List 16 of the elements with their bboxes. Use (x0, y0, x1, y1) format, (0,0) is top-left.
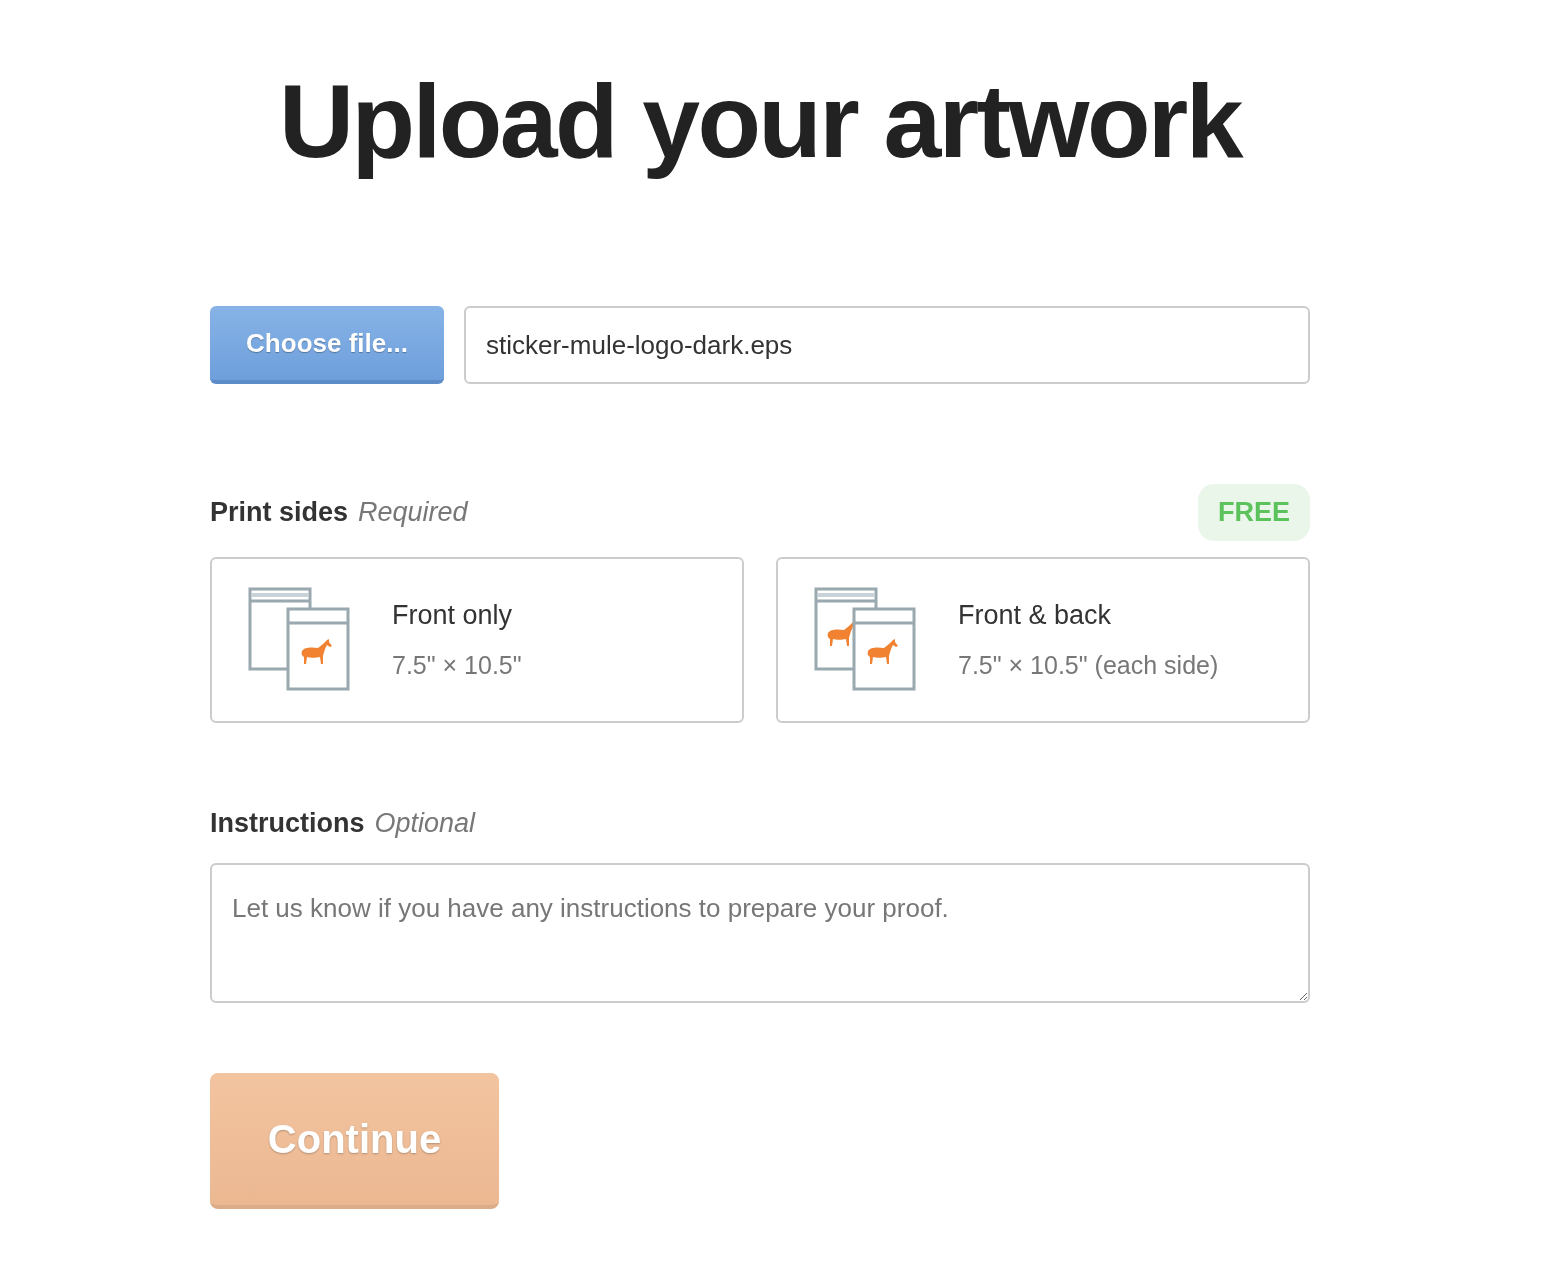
instructions-field[interactable]: Let us know if you have any instructions to prepare your proof. (210, 863, 1310, 1004)
file-name-field[interactable]: sticker-mule-logo-dark.eps (464, 306, 1310, 385)
field-label: Print sides (210, 496, 349, 530)
free-badge: FREE (1198, 484, 1310, 541)
print-side-option[interactable]: Front & back 7.5" × 10.5" (each side) (776, 556, 1310, 723)
option-size: 7.5" × 10.5" (each side) (958, 650, 1219, 682)
print-side-option[interactable]: Front only 7.5" × 10.5" (210, 556, 744, 723)
optional-note: Optional (374, 806, 476, 840)
page-title: Upload your artwork (278, 64, 1244, 179)
pages-icon (814, 586, 918, 693)
field-label: Instructions (210, 806, 365, 840)
option-size: 7.5" × 10.5" (392, 650, 522, 682)
option-title: Front & back (958, 598, 1113, 632)
pages-icon (248, 586, 352, 693)
required-note: Required (358, 496, 468, 530)
option-title: Front only (392, 598, 514, 632)
